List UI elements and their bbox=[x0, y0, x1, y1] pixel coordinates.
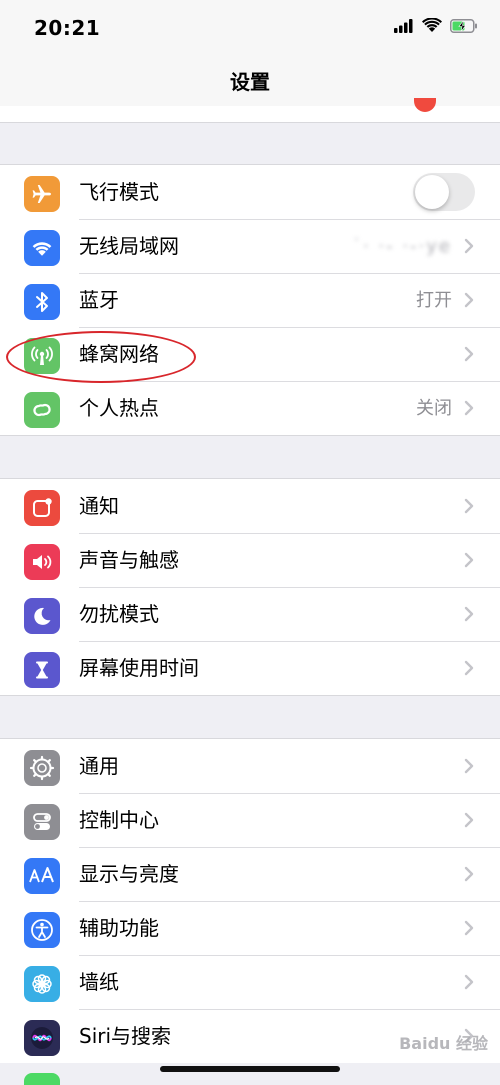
chevron-right-icon bbox=[464, 758, 474, 774]
home-indicator[interactable] bbox=[160, 1066, 340, 1072]
chevron-right-icon bbox=[464, 292, 474, 308]
notifications-label: 通知 bbox=[79, 494, 119, 518]
siri-icon bbox=[24, 1020, 60, 1056]
dnd-label: 勿扰模式 bbox=[79, 602, 159, 626]
settings-row-wifi[interactable]: 无线局域网 ˙· ·‐ ·‐·уе bbox=[0, 219, 500, 273]
chevron-right-icon bbox=[464, 920, 474, 936]
airplane-label: 飞行模式 bbox=[79, 180, 159, 204]
settings-row-airplane: 飞行模式 bbox=[0, 165, 500, 219]
settings-group-connectivity: 飞行模式 无线局域网 ˙· ·‐ ·‐·уе 蓝牙 打开 蜂窝网络 个人热点 关… bbox=[0, 164, 500, 436]
status-bar: 20:21 bbox=[0, 0, 500, 60]
wifi-network-name: ˙· ·‐ ·‐·уе bbox=[351, 236, 452, 257]
signal-icon bbox=[394, 18, 414, 37]
next-row-icon-peek bbox=[24, 1073, 60, 1085]
hourglass-icon bbox=[24, 652, 60, 688]
settings-row-notifications[interactable]: 通知 bbox=[0, 479, 500, 533]
chevron-right-icon bbox=[464, 498, 474, 514]
settings-group-notifications: 通知 声音与触感 勿扰模式 屏幕使用时间 bbox=[0, 478, 500, 696]
settings-row-cellular[interactable]: 蜂窝网络 bbox=[0, 327, 500, 381]
settings-row-wallpaper[interactable]: 墙纸 bbox=[0, 955, 500, 1009]
airplane-icon bbox=[24, 176, 60, 212]
siri-label: Siri与搜索 bbox=[79, 1024, 172, 1048]
screentime-label: 屏幕使用时间 bbox=[79, 656, 199, 680]
watermark: Baidu 经验 bbox=[399, 1034, 488, 1053]
bluetooth-status: 打开 bbox=[416, 290, 452, 311]
accessibility-label: 辅助功能 bbox=[79, 916, 159, 940]
chevron-right-icon bbox=[464, 974, 474, 990]
chevron-right-icon bbox=[464, 552, 474, 568]
settings-row-screentime[interactable]: 屏幕使用时间 bbox=[0, 641, 500, 695]
hotspot-label: 个人热点 bbox=[79, 396, 159, 420]
settings-row-general[interactable]: 通用 bbox=[0, 739, 500, 793]
link-icon bbox=[24, 392, 60, 428]
hotspot-status: 关闭 bbox=[416, 398, 452, 419]
wifi-label: 无线局域网 bbox=[79, 234, 179, 258]
general-label: 通用 bbox=[79, 754, 119, 778]
chevron-right-icon bbox=[464, 400, 474, 416]
control-center-label: 控制中心 bbox=[79, 808, 159, 832]
chevron-right-icon bbox=[464, 606, 474, 622]
notification-badge bbox=[414, 98, 436, 112]
settings-row-accessibility[interactable]: 辅助功能 bbox=[0, 901, 500, 955]
bluetooth-icon bbox=[24, 284, 60, 320]
wallpaper-label: 墙纸 bbox=[79, 970, 119, 994]
settings-row-display[interactable]: 显示与亮度 bbox=[0, 847, 500, 901]
chevron-right-icon bbox=[464, 812, 474, 828]
accessibility-icon bbox=[24, 912, 60, 948]
notification-icon bbox=[24, 490, 60, 526]
settings-row-hotspot[interactable]: 个人热点 关闭 bbox=[0, 381, 500, 435]
toggle-knob bbox=[415, 175, 449, 209]
chevron-right-icon bbox=[464, 238, 474, 254]
settings-row-control-center[interactable]: 控制中心 bbox=[0, 793, 500, 847]
status-icons bbox=[394, 17, 478, 37]
page-title: 设置 bbox=[230, 70, 270, 94]
chevron-right-icon bbox=[464, 866, 474, 882]
bluetooth-label: 蓝牙 bbox=[79, 288, 119, 312]
settings-group-general: 通用 控制中心 显示与亮度 辅助功能 墙纸 Siri与搜索 bbox=[0, 738, 500, 1063]
settings-row-bluetooth[interactable]: 蓝牙 打开 bbox=[0, 273, 500, 327]
sounds-label: 声音与触感 bbox=[79, 548, 179, 572]
gear-icon bbox=[24, 750, 60, 786]
settings-row-sounds[interactable]: 声音与触感 bbox=[0, 533, 500, 587]
wifi-icon bbox=[24, 230, 60, 266]
chevron-right-icon bbox=[464, 346, 474, 362]
cellular-label: 蜂窝网络 bbox=[79, 342, 159, 366]
airplane-toggle[interactable] bbox=[413, 173, 475, 211]
scrolled-row-peek bbox=[0, 98, 500, 123]
settings-row-dnd[interactable]: 勿扰模式 bbox=[0, 587, 500, 641]
speaker-icon bbox=[24, 544, 60, 580]
text-size-icon bbox=[24, 858, 60, 894]
battery-charging-icon bbox=[450, 18, 478, 37]
wifi-icon bbox=[422, 17, 442, 37]
display-label: 显示与亮度 bbox=[79, 862, 179, 886]
switches-icon bbox=[24, 804, 60, 840]
moon-icon bbox=[24, 598, 60, 634]
flower-icon bbox=[24, 966, 60, 1002]
status-time: 20:21 bbox=[34, 16, 101, 40]
antenna-icon bbox=[24, 338, 60, 374]
chevron-right-icon bbox=[464, 660, 474, 676]
